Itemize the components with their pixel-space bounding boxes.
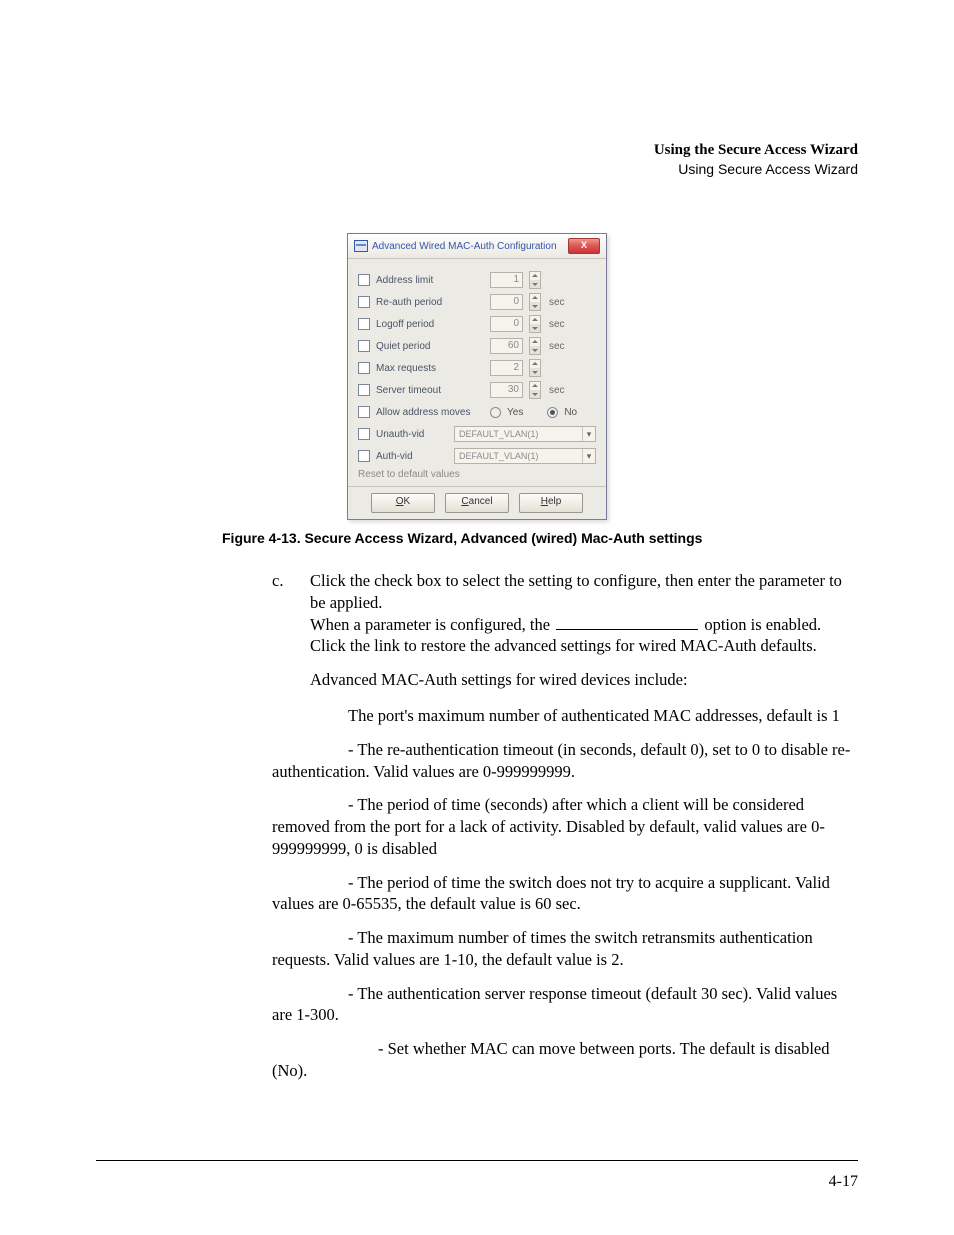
- bullet-server-to: - The authentication server response tim…: [272, 983, 858, 1027]
- label-unauth: Unauth-vid: [376, 429, 448, 440]
- bullet-maxreq: - The maximum number of times the switch…: [272, 927, 858, 971]
- spinner-address-limit[interactable]: 1: [490, 272, 523, 288]
- row-auth-vid: Auth-vid DEFAULT_VLAN(1) ▾: [358, 445, 596, 467]
- checkbox-allow-moves[interactable]: [358, 406, 370, 418]
- spinner-reauth[interactable]: 0: [490, 294, 523, 310]
- label-reauth: Re-auth period: [376, 297, 484, 308]
- dropdown-auth[interactable]: DEFAULT_VLAN(1) ▾: [454, 448, 596, 464]
- label-logoff: Logoff period: [376, 319, 484, 330]
- page-number: 4-17: [829, 1173, 858, 1191]
- checkbox-logoff[interactable]: [358, 318, 370, 330]
- spinner-buttons[interactable]: [529, 293, 541, 311]
- settings-list: The port's maximum number of authenticat…: [272, 705, 858, 1082]
- checkbox-maxreq[interactable]: [358, 362, 370, 374]
- close-icon[interactable]: X: [568, 238, 600, 254]
- bullet-reauth: - The re-authentication timeout (in seco…: [272, 739, 858, 783]
- blank-line: [556, 629, 698, 630]
- figure: Advanced Wired MAC-Auth Configuration X …: [96, 233, 858, 520]
- dialog-button-bar: OK Cancel Help: [348, 486, 606, 519]
- bullet-allow-moves: - Set whether MAC can move between ports…: [272, 1038, 858, 1082]
- checkbox-auth[interactable]: [358, 450, 370, 462]
- help-button[interactable]: Help: [519, 493, 583, 513]
- step-marker: c.: [272, 570, 288, 691]
- page: Using the Secure Access Wizard Using Sec…: [0, 0, 954, 1235]
- intro-line: Advanced MAC-Auth settings for wired dev…: [310, 669, 858, 691]
- step-content: Click the check box to select the settin…: [310, 570, 858, 691]
- label-quiet: Quiet period: [376, 341, 484, 352]
- label-maxreq: Max requests: [376, 363, 484, 374]
- unit-sec: sec: [549, 319, 565, 330]
- ok-button[interactable]: OK: [371, 493, 435, 513]
- chevron-down-icon: ▾: [582, 427, 595, 441]
- row-server-timeout: Server timeout 30 sec: [358, 379, 596, 401]
- dialog-window: Advanced Wired MAC-Auth Configuration X …: [347, 233, 607, 520]
- label-server-to: Server timeout: [376, 385, 484, 396]
- label-allow-moves: Allow address moves: [376, 407, 484, 418]
- spinner-buttons[interactable]: [529, 337, 541, 355]
- label-address-limit: Address limit: [376, 275, 484, 286]
- dialog-body: Address limit 1 Re-auth period 0 sec Log…: [348, 259, 606, 486]
- header-subtitle: Using Secure Access Wizard: [96, 160, 858, 179]
- radio-yes-label: Yes: [507, 407, 523, 418]
- row-max-requests: Max requests 2: [358, 357, 596, 379]
- spinner-quiet[interactable]: 60: [490, 338, 523, 354]
- bullet-logoff: - The period of time (seconds) after whi…: [272, 794, 858, 859]
- radio-yes[interactable]: [490, 407, 501, 418]
- radio-no-label: No: [564, 407, 577, 418]
- spinner-server-to[interactable]: 30: [490, 382, 523, 398]
- spinner-buttons[interactable]: [529, 315, 541, 333]
- body-text: c. Click the check box to select the set…: [96, 570, 858, 1082]
- checkbox-unauth[interactable]: [358, 428, 370, 440]
- cancel-button[interactable]: Cancel: [445, 493, 509, 513]
- reset-link[interactable]: Reset to default values: [358, 469, 596, 480]
- monitor-icon: [354, 240, 368, 252]
- row-unauth-vid: Unauth-vid DEFAULT_VLAN(1) ▾: [358, 423, 596, 445]
- spinner-buttons[interactable]: [529, 359, 541, 377]
- label-auth: Auth-vid: [376, 451, 448, 462]
- checkbox-address-limit[interactable]: [358, 274, 370, 286]
- chevron-down-icon: ▾: [582, 449, 595, 463]
- dropdown-auth-value: DEFAULT_VLAN(1): [459, 449, 538, 463]
- dropdown-unauth[interactable]: DEFAULT_VLAN(1) ▾: [454, 426, 596, 442]
- radio-no[interactable]: [547, 407, 558, 418]
- bullet-quiet: - The period of time the switch does not…: [272, 872, 858, 916]
- row-quiet-period: Quiet period 60 sec: [358, 335, 596, 357]
- dialog-titlebar: Advanced Wired MAC-Auth Configuration X: [348, 234, 606, 259]
- page-header: Using the Secure Access Wizard Using Sec…: [96, 140, 858, 179]
- spinner-maxreq[interactable]: 2: [490, 360, 523, 376]
- row-reauth-period: Re-auth period 0 sec: [358, 291, 596, 313]
- step-text-1: Click the check box to select the settin…: [310, 571, 842, 612]
- figure-caption: Figure 4-13. Secure Access Wizard, Advan…: [222, 530, 858, 546]
- checkbox-reauth[interactable]: [358, 296, 370, 308]
- checkbox-server-to[interactable]: [358, 384, 370, 396]
- step-text-2a: When a parameter is configured, the: [310, 615, 554, 634]
- unit-sec: sec: [549, 297, 565, 308]
- unit-sec: sec: [549, 385, 565, 396]
- step-c: c. Click the check box to select the set…: [272, 570, 858, 691]
- checkbox-quiet[interactable]: [358, 340, 370, 352]
- spinner-buttons[interactable]: [529, 381, 541, 399]
- row-logoff-period: Logoff period 0 sec: [358, 313, 596, 335]
- row-allow-moves: Allow address moves Yes No: [358, 401, 596, 423]
- dialog-title-text: Advanced Wired MAC-Auth Configuration: [372, 241, 557, 252]
- row-address-limit: Address limit 1: [358, 269, 596, 291]
- dropdown-unauth-value: DEFAULT_VLAN(1): [459, 427, 538, 441]
- header-title: Using the Secure Access Wizard: [96, 140, 858, 160]
- spinner-logoff[interactable]: 0: [490, 316, 523, 332]
- unit-sec: sec: [549, 341, 565, 352]
- spinner-buttons[interactable]: [529, 271, 541, 289]
- bullet-address-limit: The port's maximum number of authenticat…: [272, 705, 858, 727]
- footer-rule: [96, 1160, 858, 1161]
